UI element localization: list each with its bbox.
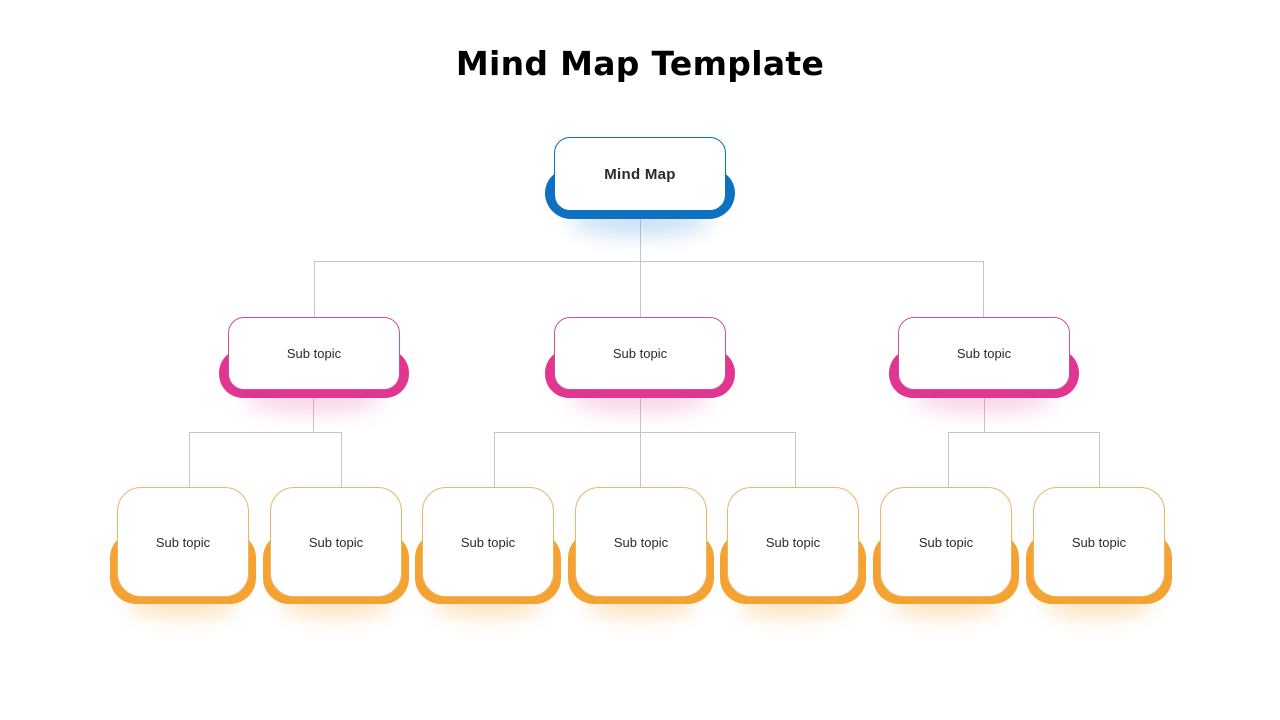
leaf-node-2-1[interactable]: Sub topic — [415, 487, 561, 617]
leaf-node-3-2[interactable]: Sub topic — [1026, 487, 1172, 617]
leaf-node-2-3[interactable]: Sub topic — [720, 487, 866, 617]
connector-to-branch-3 — [983, 261, 984, 318]
leaf-node-2-2[interactable]: Sub topic — [568, 487, 714, 617]
page-title: Mind Map Template — [455, 44, 825, 83]
leaf-node-label: Sub topic — [727, 487, 859, 597]
connector-leaf-2-1 — [494, 432, 495, 488]
leaf-node-1-1[interactable]: Sub topic — [110, 487, 256, 617]
leaf-node-3-1[interactable]: Sub topic — [873, 487, 1019, 617]
connector-level1-bus — [314, 261, 984, 262]
connector-to-branch-2 — [640, 261, 641, 318]
connector-branch-2-bus — [494, 432, 796, 433]
branch-node-3[interactable]: Sub topic — [889, 317, 1079, 411]
leaf-node-label: Sub topic — [270, 487, 402, 597]
connector-leaf-3-1 — [948, 432, 949, 488]
branch-node-label: Sub topic — [898, 317, 1070, 390]
leaf-node-label: Sub topic — [117, 487, 249, 597]
connector-leaf-2-2 — [640, 432, 641, 488]
branch-node-1[interactable]: Sub topic — [219, 317, 409, 411]
connector-leaf-3-2 — [1099, 432, 1100, 488]
leaf-node-1-2[interactable]: Sub topic — [263, 487, 409, 617]
leaf-node-label: Sub topic — [575, 487, 707, 597]
branch-node-label: Sub topic — [554, 317, 726, 390]
connector-branch-3-bus — [948, 432, 1100, 433]
leaf-node-label: Sub topic — [1033, 487, 1165, 597]
leaf-node-label: Sub topic — [422, 487, 554, 597]
connector-branch-1-bus — [189, 432, 342, 433]
connector-leaf-2-3 — [795, 432, 796, 488]
root-node-label: Mind Map — [554, 137, 726, 211]
branch-node-2[interactable]: Sub topic — [545, 317, 735, 411]
branch-node-label: Sub topic — [228, 317, 400, 390]
root-node[interactable]: Mind Map — [545, 137, 735, 235]
leaf-node-label: Sub topic — [880, 487, 1012, 597]
connector-leaf-1-2 — [341, 432, 342, 488]
connector-to-branch-1 — [314, 261, 315, 318]
connector-leaf-1-1 — [189, 432, 190, 488]
